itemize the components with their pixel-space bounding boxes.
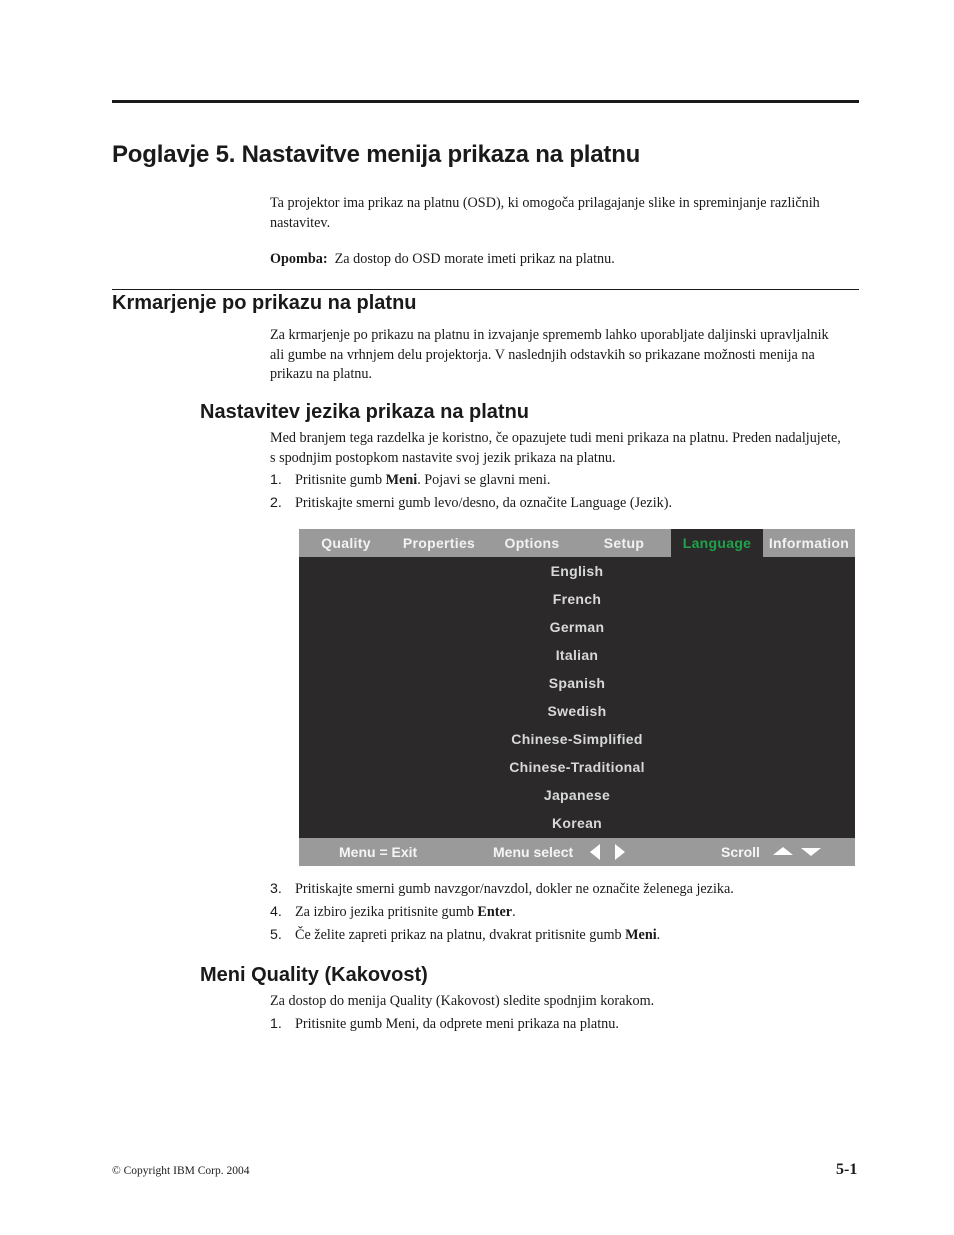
arrow-left-icon [590, 844, 600, 860]
osd-exit-hint: Menu = Exit [339, 844, 418, 860]
language-step-3: 3. Pritiskajte smerni gumb navzgor/navzdo… [270, 881, 734, 897]
quality-text: Za dostop do menija Quality (Kakovost) s… [270, 993, 655, 1009]
language-step-5: 5. Če želite zapreti prikaz na platnu, dv… [270, 927, 661, 943]
section-heading-navigation: Krmarjenje po prikazu na platnu [112, 292, 417, 314]
top-rule [112, 100, 859, 103]
osd-language-item: Chinese-Simplified [511, 731, 643, 747]
page-number: 5-1 [836, 1161, 858, 1178]
osd-language-item: Italian [555, 647, 599, 663]
chapter-title: Poglavje 5. Nastavitve menija prikaza na… [112, 141, 641, 168]
osd-footer-bar: Menu = Exit Menu select Scroll [299, 838, 855, 866]
note-label: Opomba: [270, 251, 328, 267]
section-heading-language: Nastavitev jezika prikaza na platnu [200, 401, 530, 423]
osd-scroll-hint: Scroll [721, 844, 760, 860]
osd-language-item: Japanese [543, 787, 611, 803]
copyright: © Copyright IBM Corp. 2004 [112, 1165, 250, 1177]
note: Opomba: Za dostop do OSD morate imeti pr… [270, 250, 845, 270]
language-step-1: 1. Pritisnite gumb Meni. Pojavi se glavni… [270, 472, 551, 488]
osd-language-item: Spanish [548, 675, 606, 691]
osd-tab-options: Options [504, 535, 560, 551]
osd-language-item: English [550, 563, 604, 579]
language-text: Med branjem tega razdelka je koristno, č… [270, 430, 841, 466]
osd-language-item: German [549, 619, 605, 635]
quality-step-1: 1. Pritisnite gumb Meni, da odprete meni … [270, 1016, 619, 1032]
language-step-4: 4. Za izbiro jezika pritisnite gumb Enter… [270, 904, 516, 920]
osd-tab-setup: Setup [603, 535, 645, 551]
osd-tab-properties: Properties [402, 535, 476, 551]
osd-language-item: Swedish [547, 703, 607, 719]
osd-select-hint: Menu select [493, 844, 574, 860]
osd-tab-quality: Quality [321, 535, 371, 551]
arrow-down-icon [801, 848, 821, 856]
section-rule [112, 289, 859, 290]
osd-menu-image: Quality Properties Options Setup Languag… [299, 529, 855, 866]
osd-language-item: Chinese-Traditional [509, 759, 645, 775]
section-heading-quality: Meni Quality (Kakovost) [200, 964, 428, 986]
osd-language-item: Korean [551, 815, 603, 831]
osd-tab-information: Information [768, 535, 850, 551]
navigation-text: Za krmarjenje po prikazu na platnu in iz… [270, 327, 829, 382]
arrow-up-icon [773, 847, 793, 855]
osd-tab-language: Language [671, 529, 763, 557]
language-step-2: 2. Pritiskajte smerni gumb levo/desno, da… [270, 495, 673, 511]
osd-language-item: French [552, 591, 602, 607]
note-text: Za dostop do OSD morate imeti prikaz na … [334, 251, 615, 267]
arrow-right-icon [615, 844, 625, 860]
osd-tab-bar: Quality Properties Options Setup Languag… [299, 529, 855, 557]
chapter-intro: Ta projektor ima prikaz na platnu (OSD),… [270, 195, 820, 231]
